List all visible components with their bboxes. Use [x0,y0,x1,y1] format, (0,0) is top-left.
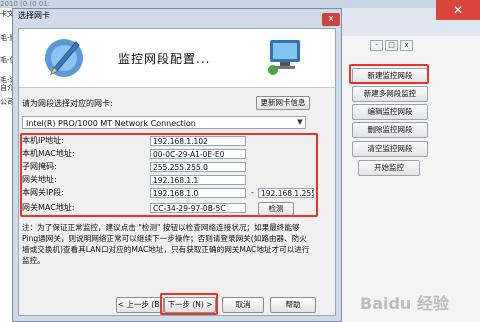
clear-segments-button[interactable]: 清空监控网段 [352,141,428,157]
watermark: Baidu 经验 [360,294,449,313]
back-button[interactable]: < 上一步 (B) [116,297,164,313]
help-button[interactable]: 帮助 [270,297,316,313]
delete-segment-button[interactable]: 删除监控网段 [352,122,428,138]
chevron-down-icon[interactable]: ▼ [294,116,306,129]
background-close-button[interactable]: ✕ [436,0,480,20]
new-multi-segment-button[interactable]: 新建多网段监控 [352,86,428,102]
adapter-select[interactable]: Intel(R) PRO/1000 MT Network Connection [22,116,306,129]
minimize-button[interactable]: - [370,40,383,51]
dialog-title: 选择网卡 [18,11,50,20]
panel-close-button[interactable]: x [400,40,413,51]
network-monitor-icon [268,40,300,75]
highlight-fields [20,133,318,217]
dialog-close-button[interactable]: x [322,13,340,26]
highlight-new-segment [349,64,429,84]
maximize-button[interactable]: □ [385,40,398,51]
edit-segment-button[interactable]: 编辑监控网段 [352,104,428,120]
cancel-button[interactable]: 取消 [222,297,264,313]
pen-tool-icon [45,39,83,77]
panel-window-controls: - □ x [370,40,418,52]
start-monitor-button[interactable]: 开始监控 [358,160,420,176]
note-text: 注：为了保证正常监控，建议点击 "检测" 按钮以检查网络连接状况；如果最终能够P… [22,223,310,265]
highlight-next [160,293,218,315]
background-top-text: 2010 (0 (0 01: [0,0,480,8]
adapter-prompt: 请为网段选择对应的网卡: [22,99,113,108]
page-heading: 监控网段配置... [118,52,211,66]
refresh-adapter-button[interactable]: 更新网卡信息 [256,96,310,110]
